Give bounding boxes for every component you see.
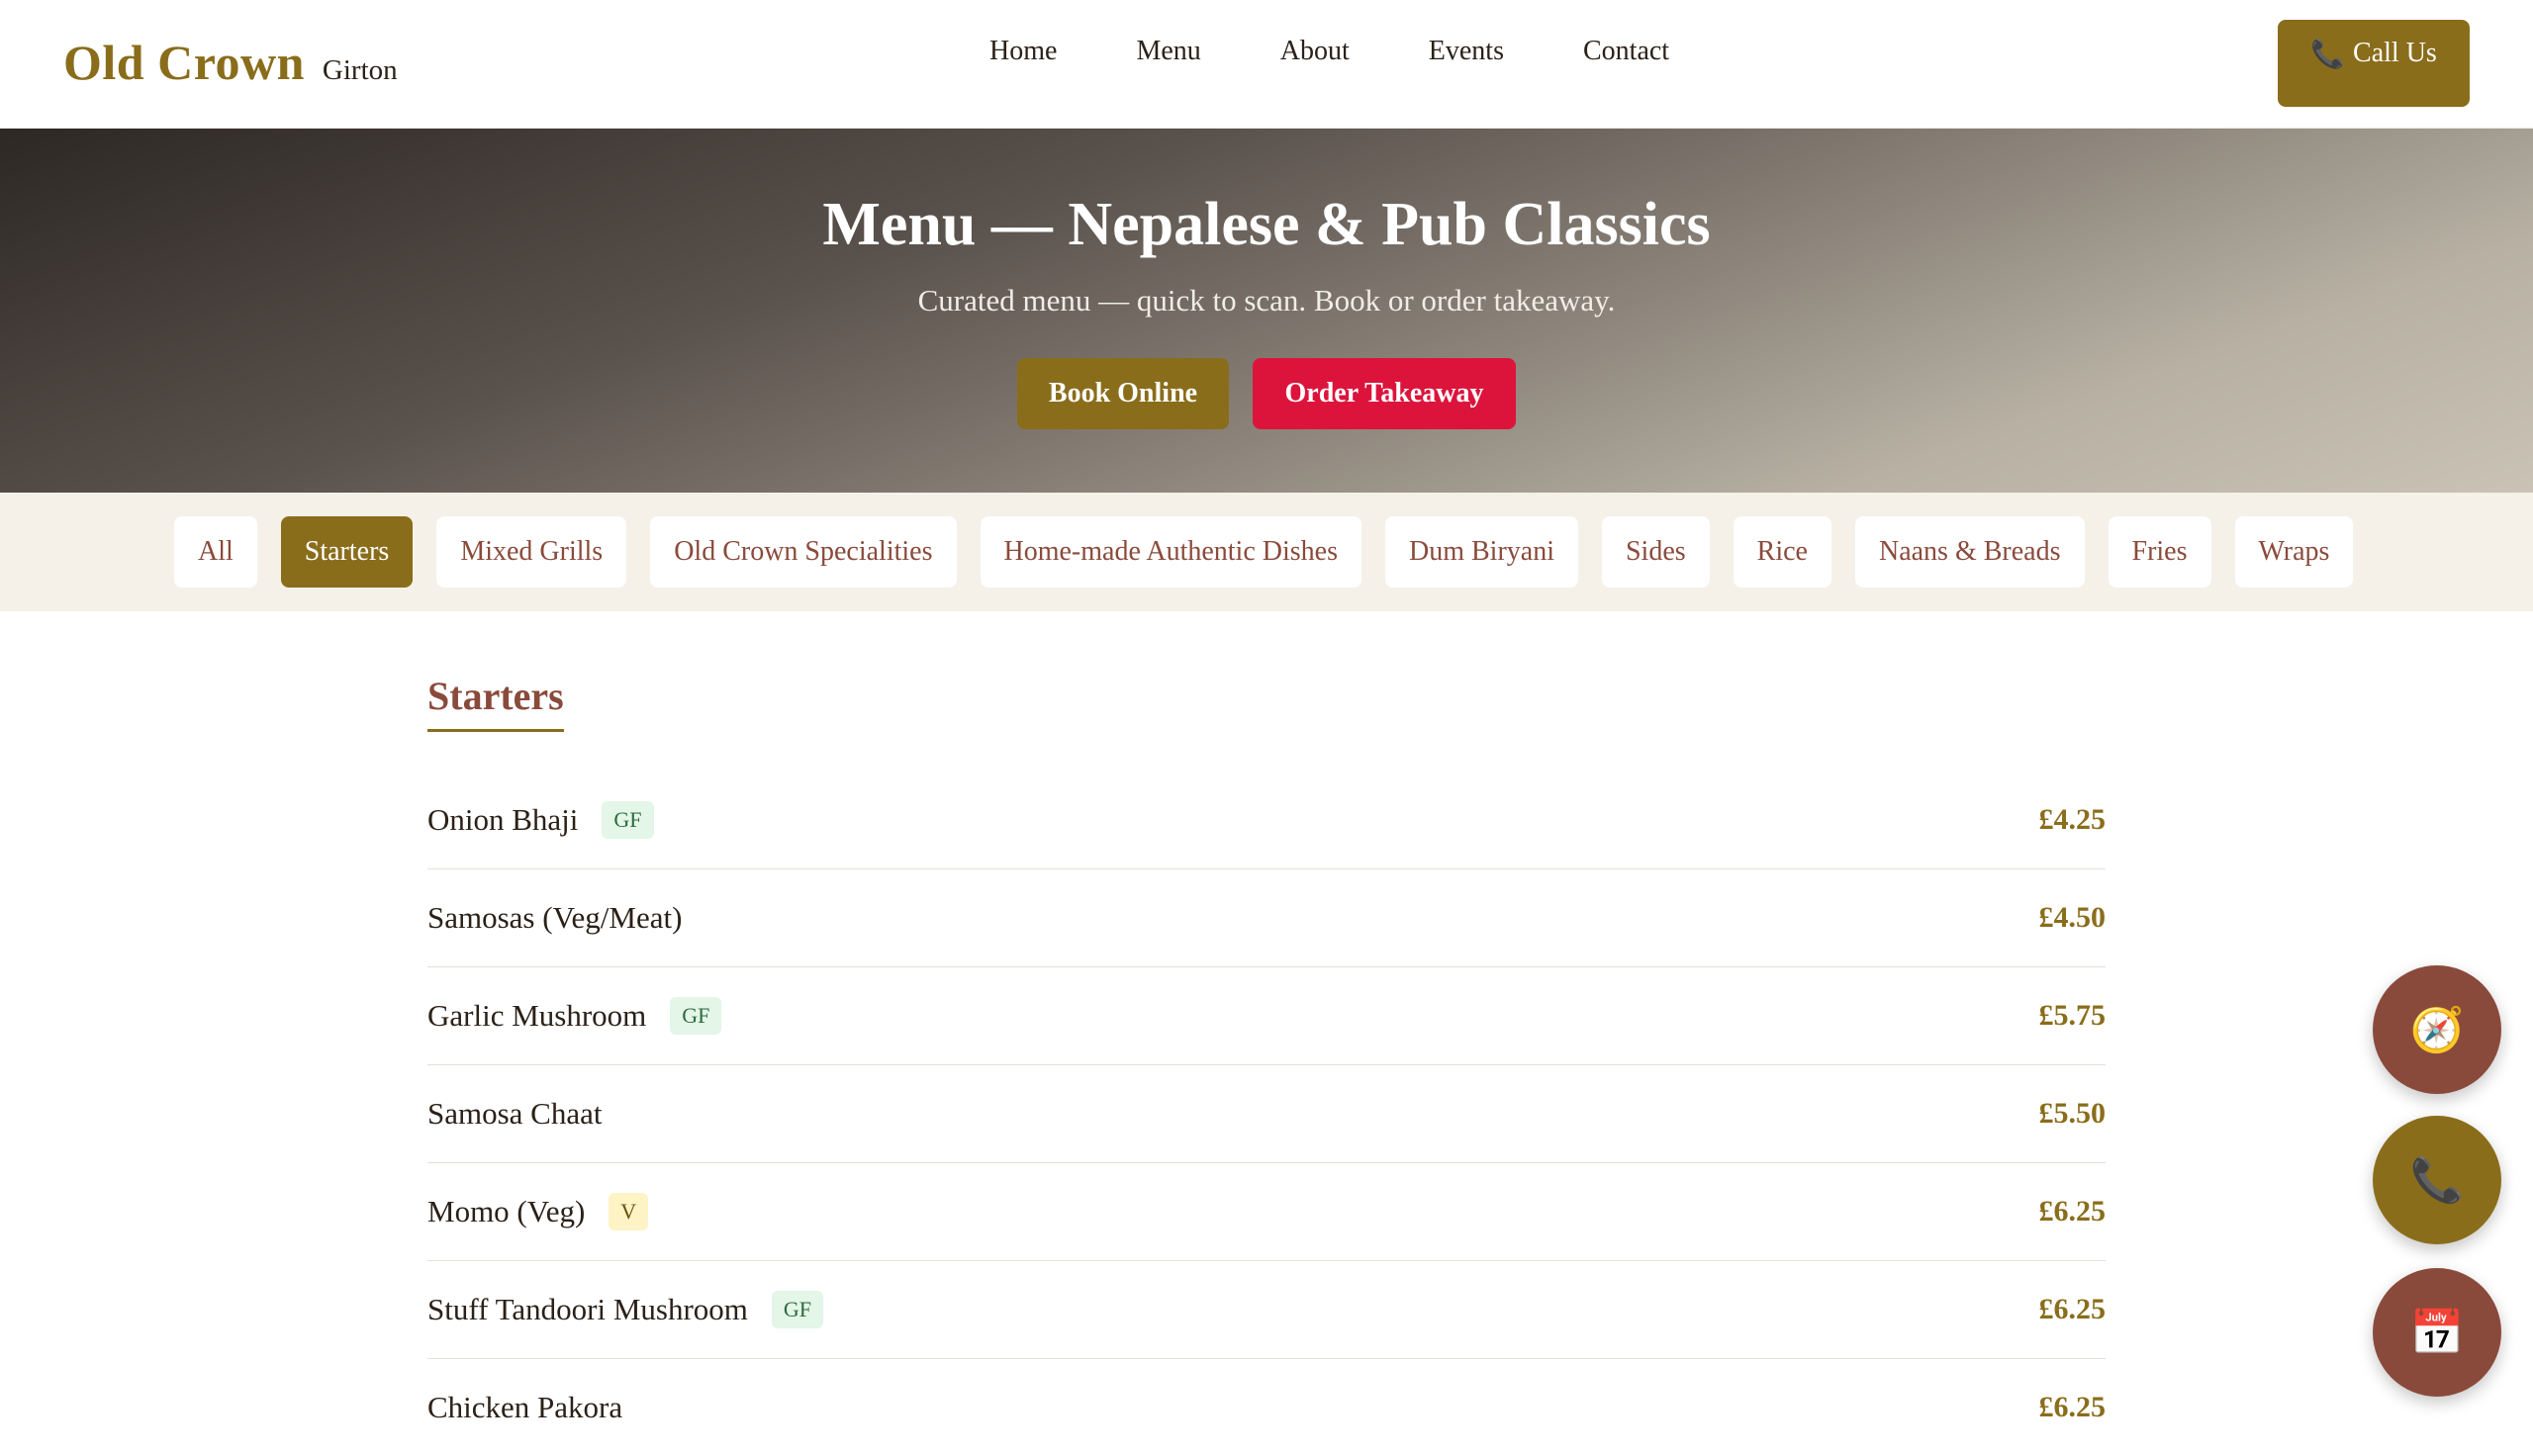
category-chip-mixed-grills[interactable]: Mixed Grills [436, 516, 627, 588]
category-chip-dum-biryani[interactable]: Dum Biryani [1384, 516, 1578, 588]
menu-item: Momo (Veg) V £6.25 [427, 1163, 2106, 1261]
phone-icon: 📞 [2409, 1156, 2465, 1205]
menu-item: Samosas (Veg/Meat) £4.50 [427, 869, 2106, 967]
site-header: Old Crown Girton Home Menu About Events … [0, 0, 2533, 129]
menu-item: Samosa Chaat £5.50 [427, 1065, 2106, 1163]
calendar-icon: 📅 [2409, 1309, 2465, 1357]
menu-item-price: £6.25 [2038, 1195, 2107, 1228]
brand[interactable]: Old Crown Girton [63, 34, 398, 91]
menu-item: Stuff Tandoori Mushroom GF £6.25 [427, 1261, 2106, 1359]
order-takeaway-button[interactable]: Order Takeaway [1253, 358, 1516, 429]
nav-events[interactable]: Events [1429, 36, 1504, 67]
menu-item-name: Onion Bhaji [427, 802, 579, 837]
hero-banner: Menu — Nepalese & Pub Classics Curated m… [0, 129, 2533, 493]
category-chip-old-crown-specialities[interactable]: Old Crown Specialities [650, 516, 957, 588]
gluten-free-badge: GF [602, 801, 654, 839]
menu-section-starters: Starters Onion Bhaji GF £4.25 Samosas (V… [427, 673, 2106, 1424]
vegetarian-badge: V [609, 1193, 649, 1230]
menu-item-price: £5.50 [2038, 1097, 2107, 1130]
phone-icon: 📞 [2310, 40, 2346, 70]
brand-location: Girton [322, 54, 398, 86]
call-us-button[interactable]: 📞 Call Us [2278, 20, 2470, 107]
compass-icon: 🧭 [2409, 1006, 2465, 1054]
menu-item-price: £6.25 [2038, 1391, 2107, 1423]
menu-item-name: Chicken Pakora [427, 1390, 623, 1424]
page-subtitle: Curated menu — quick to scan. Book or or… [917, 283, 1616, 318]
directions-fab[interactable]: 🧭 [2373, 965, 2501, 1094]
menu-item-price: £4.25 [2038, 803, 2107, 836]
category-chips: All Starters Mixed Grills Old Crown Spec… [174, 516, 2354, 588]
gluten-free-badge: GF [670, 997, 722, 1035]
menu-item-list: Onion Bhaji GF £4.25 Samosas (Veg/Meat) … [427, 772, 2106, 1456]
book-online-button[interactable]: Book Online [1017, 358, 1229, 429]
brand-name[interactable]: Old Crown [63, 34, 305, 91]
category-chip-all[interactable]: All [174, 516, 257, 588]
menu-item-name: Samosas (Veg/Meat) [427, 900, 683, 935]
menu-item: Garlic Mushroom GF £5.75 [427, 967, 2106, 1065]
gluten-free-badge: GF [771, 1291, 824, 1328]
menu-item: Onion Bhaji GF £4.25 [427, 772, 2106, 869]
booking-fab[interactable]: 📅 [2373, 1268, 2501, 1397]
menu-item-price: £6.25 [2038, 1293, 2107, 1325]
menu-item-price: £5.75 [2038, 999, 2107, 1032]
call-us-label: Call Us [2353, 38, 2437, 68]
menu-item-name: Samosa Chaat [427, 1096, 603, 1131]
category-chip-sides[interactable]: Sides [1601, 516, 1710, 588]
section-title: Starters [427, 673, 564, 732]
category-chip-rice[interactable]: Rice [1733, 516, 1831, 588]
hero-actions: Book Online Order Takeaway [0, 358, 2533, 429]
nav-home[interactable]: Home [989, 36, 1057, 67]
nav-contact[interactable]: Contact [1583, 36, 1669, 67]
category-chip-naans-breads[interactable]: Naans & Breads [1854, 516, 2085, 588]
nav-about[interactable]: About [1280, 36, 1350, 67]
main-nav: Home Menu About Events Contact [989, 36, 1669, 67]
nav-menu[interactable]: Menu [1136, 36, 1200, 67]
call-fab[interactable]: 📞 [2373, 1116, 2501, 1244]
category-chip-starters[interactable]: Starters [280, 516, 414, 588]
menu-item-name: Momo (Veg) [427, 1194, 586, 1228]
category-chip-home-made-authentic-dishes[interactable]: Home-made Authentic Dishes [980, 516, 1361, 588]
menu-item: Chicken Pakora £6.25 [427, 1359, 2106, 1456]
category-chip-fries[interactable]: Fries [2108, 516, 2211, 588]
page-title: Menu — Nepalese & Pub Classics [822, 191, 1711, 258]
category-chip-wraps[interactable]: Wraps [2234, 516, 2354, 588]
menu-item-name: Stuff Tandoori Mushroom [427, 1292, 748, 1326]
menu-item-price: £4.50 [2038, 901, 2107, 934]
category-filter-bar: All Starters Mixed Grills Old Crown Spec… [0, 493, 2533, 611]
menu-item-name: Garlic Mushroom [427, 998, 647, 1033]
